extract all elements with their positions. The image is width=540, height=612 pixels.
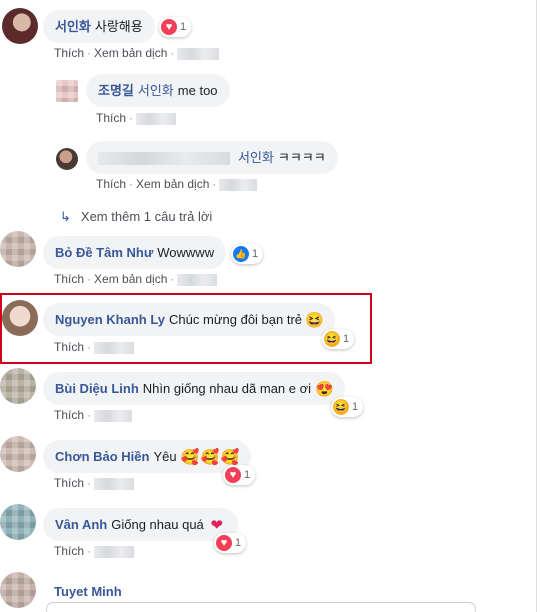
avatar[interactable]: [0, 368, 36, 404]
avatar[interactable]: [0, 231, 36, 267]
comment-text: 사랑해용: [94, 19, 143, 34]
reaction-summary[interactable]: 1: [231, 244, 264, 264]
reaction-count: 1: [343, 333, 350, 345]
reaction-count: 1: [235, 537, 242, 549]
like-link[interactable]: Thích: [96, 111, 126, 125]
reaction-summary[interactable]: 1: [214, 533, 247, 553]
like-reaction-icon: [233, 246, 249, 262]
comment-actions: Thích ·: [54, 408, 133, 422]
heart-reaction-icon: [216, 535, 232, 551]
comment-text: Yêu: [153, 449, 177, 464]
comment-actions: Thích ·: [54, 544, 135, 558]
timestamp-blurred: [94, 477, 135, 490]
comment-author[interactable]: Bùi Diệu Linh: [55, 381, 139, 396]
comment-text: ㅋㅋㅋㅋ: [277, 150, 326, 165]
comment-text: me too: [177, 83, 218, 98]
reaction-count: 1: [252, 248, 259, 260]
avatar[interactable]: [0, 436, 36, 472]
comment-text: Wowwww: [157, 245, 215, 260]
comment-author[interactable]: 조명길: [98, 83, 134, 98]
comment-text: Chúc mừng đôi bạn trẻ: [169, 312, 303, 327]
timestamp-blurred: [94, 341, 135, 354]
comment-actions: Thích · Xem bản dịch ·: [54, 272, 218, 286]
reaction-count: 1: [244, 469, 251, 481]
smiling-hearts-emoji: 🥰: [180, 448, 200, 466]
like-link[interactable]: Thích: [54, 544, 84, 558]
red-heart-emoji: ❤: [210, 516, 224, 534]
comment-bubble: Nguyen Khanh Ly Chúc mừng đôi bạn trẻ 😆: [43, 303, 336, 336]
avatar[interactable]: [0, 572, 36, 608]
smiling-hearts-emoji: 🥰: [200, 448, 220, 466]
heart-reaction-icon: [225, 467, 241, 483]
avatar[interactable]: [2, 8, 38, 44]
timestamp-blurred: [177, 273, 218, 286]
comment-input-edge[interactable]: [46, 602, 476, 612]
comment-bubble: Vân Anh Giống nhau quá ❤: [43, 508, 238, 541]
feed-border: [536, 0, 537, 612]
avatar[interactable]: [56, 148, 78, 170]
mention-tag[interactable]: 서인화: [238, 150, 274, 165]
comment-author[interactable]: Nguyen Khanh Ly: [55, 312, 165, 327]
comment-actions: Thích ·: [54, 476, 135, 490]
haha-reaction-icon: [323, 330, 341, 348]
timestamp-blurred: [219, 178, 258, 191]
comment-bubble: Bùi Diệu Linh Nhìn giống nhau dã man e ơi…: [43, 372, 346, 405]
comment-text: Nhìn giống nhau dã man e ơi: [142, 381, 312, 396]
comment-actions: Thích · Xem bản dịch ·: [54, 46, 220, 60]
avatar[interactable]: [2, 300, 38, 336]
avatar[interactable]: [56, 80, 78, 102]
reaction-count: 1: [180, 21, 187, 33]
comment-bubble: Chơn Bảo Hiền Yêu 🥰🥰🥰: [43, 440, 251, 473]
like-link[interactable]: Thích: [96, 177, 126, 191]
timestamp-blurred: [94, 545, 135, 558]
timestamp-blurred: [136, 112, 177, 125]
translate-link[interactable]: Xem bản dịch: [94, 272, 167, 286]
comment-bubble: Bỏ Đề Tâm Như Wowwww: [43, 236, 227, 269]
comment-author[interactable]: Chơn Bảo Hiền: [55, 449, 149, 464]
timestamp-blurred: [94, 409, 133, 422]
comment-actions: Thích ·: [96, 111, 177, 125]
like-link[interactable]: Thích: [54, 272, 84, 286]
blurred-author[interactable]: [98, 152, 230, 166]
comment-author[interactable]: Vân Anh: [55, 517, 107, 532]
comment-bubble: 서인화 사랑해용: [43, 10, 155, 43]
like-link[interactable]: Thích: [54, 340, 84, 354]
like-link[interactable]: Thích: [54, 408, 84, 422]
heart-reaction-icon: [161, 19, 177, 35]
comment-author[interactable]: Tuyet Minh: [54, 584, 122, 599]
laughing-emoji: 😆: [305, 311, 324, 329]
comment-actions: Thích ·: [54, 340, 135, 354]
heart-eyes-emoji: 😍: [315, 380, 334, 398]
timestamp-blurred: [177, 47, 220, 60]
more-replies-link[interactable]: ↳ Xem thêm 1 câu trả lời: [60, 209, 212, 225]
like-link[interactable]: Thích: [54, 476, 84, 490]
more-replies-label: Xem thêm 1 câu trả lời: [80, 209, 213, 224]
smiling-hearts-emoji: 🥰: [220, 448, 240, 466]
like-link[interactable]: Thích: [54, 46, 84, 60]
haha-reaction-icon: [332, 398, 350, 416]
mention-tag[interactable]: 서인화: [138, 83, 174, 98]
comment-actions: Thích · Xem bản dịch ·: [96, 177, 258, 191]
reaction-summary[interactable]: 1: [159, 17, 192, 37]
avatar[interactable]: [0, 504, 36, 540]
reaction-summary[interactable]: 1: [331, 397, 364, 417]
translate-link[interactable]: Xem bản dịch: [136, 177, 209, 191]
reaction-summary[interactable]: 1: [223, 465, 256, 485]
reaction-count: 1: [352, 401, 359, 413]
comment-author[interactable]: 서인화: [55, 19, 91, 34]
comment-bubble: 서인화 ㅋㅋㅋㅋ: [86, 141, 338, 174]
comment-author[interactable]: Bỏ Đề Tâm Như: [55, 245, 153, 260]
translate-link[interactable]: Xem bản dịch: [94, 46, 167, 60]
reply-arrow-icon: ↳: [60, 209, 71, 224]
comment-bubble: 조명길 서인화 me too: [86, 74, 230, 107]
reaction-summary[interactable]: 1: [322, 329, 355, 349]
comment-text: Giống nhau quá: [111, 517, 204, 532]
